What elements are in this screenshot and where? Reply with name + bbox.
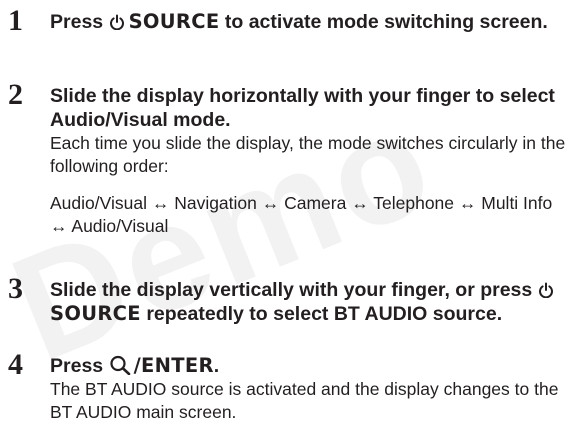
power-icon: [109, 14, 124, 30]
source-key: SOURCE: [128, 10, 220, 33]
search-icon: [109, 355, 130, 375]
step-number: 2: [8, 78, 23, 111]
step-number: 3: [8, 272, 23, 305]
enter-key: /ENTER: [133, 354, 214, 377]
mode-order: Audio/Visual ↔ Navigation ↔ Camera ↔ Tel…: [50, 193, 553, 236]
step-heading: Press /ENTER.: [50, 354, 220, 377]
source-key: SOURCE: [50, 302, 141, 325]
step-description: Each time you slide the display, the mod…: [50, 133, 566, 176]
power-icon: [538, 282, 553, 298]
step-heading: Press SOURCE to activate mode switching …: [50, 10, 548, 33]
step-description: The BT AUDIO source is activated and the…: [50, 379, 559, 422]
step-number: 4: [8, 348, 23, 381]
step-heading: Slide the display vertically with your f…: [50, 278, 570, 326]
step-number: 1: [8, 4, 23, 37]
step-heading: Slide the display horizontally with your…: [50, 85, 555, 131]
